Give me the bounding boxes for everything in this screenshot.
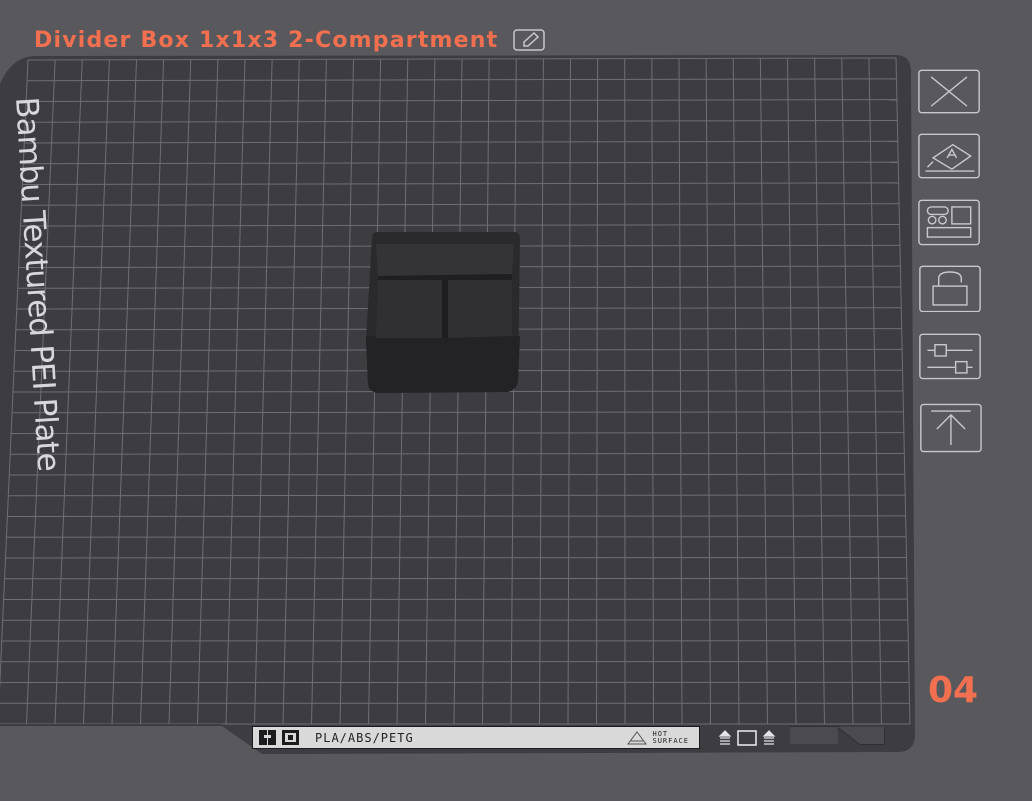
- settings-sliders-icon: [919, 333, 981, 380]
- edit-name-icon[interactable]: [512, 27, 546, 53]
- model-divider-box: [366, 232, 520, 393]
- plate-material-text: PLA/ABS/PETG: [315, 730, 414, 745]
- hot-surface-text: HOT SURFACE: [652, 729, 689, 745]
- plate-title: Divider Box 1x1x3 2-Compartment: [34, 27, 499, 53]
- plate-info-strip: PLA/ABS/PETG HOT SURFACE: [252, 726, 700, 749]
- plate-number: 04: [928, 670, 979, 711]
- plate-arrows-icon: [718, 730, 776, 746]
- arrange-icon: [918, 199, 980, 246]
- delete-plate-button[interactable]: [918, 68, 982, 116]
- grid-line: [8, 494, 906, 497]
- close-icon: [918, 69, 980, 114]
- grid-line: [7, 515, 906, 517]
- arrange-button[interactable]: [918, 198, 982, 246]
- grid-line: [5, 557, 907, 559]
- move-up-icon: [920, 403, 982, 453]
- grid-line: [6, 536, 907, 538]
- build-plate[interactable]: [0, 0, 1032, 801]
- bambu-logo-icon: [259, 730, 299, 745]
- plate-settings-button[interactable]: [918, 332, 982, 380]
- lock-icon: [919, 265, 981, 312]
- lock-plate-button[interactable]: [918, 264, 982, 312]
- auto-orient-icon: [918, 133, 980, 179]
- auto-orient-button[interactable]: [918, 132, 982, 180]
- warning-icon: [627, 730, 648, 744]
- move-to-top-button[interactable]: [918, 402, 982, 454]
